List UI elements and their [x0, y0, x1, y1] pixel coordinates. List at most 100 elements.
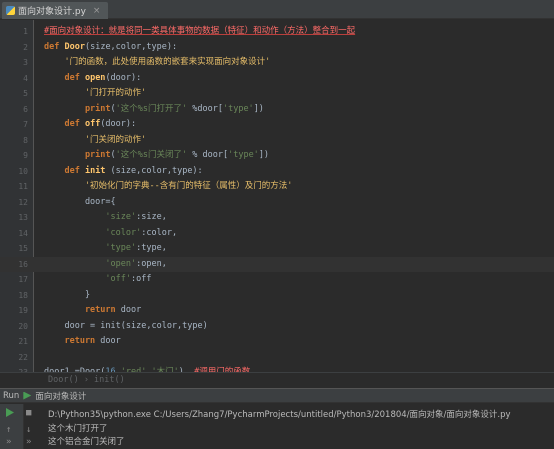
- code-line[interactable]: 1 #面向对象设计：就是将同一类具体事物的数据（特征）和动作（方法）整合到一起: [0, 24, 554, 40]
- code-token: def: [44, 72, 85, 83]
- code-line[interactable]: 20 door = init(size,color,type): [0, 319, 554, 335]
- code-token: '这个%s门打开了': [115, 103, 188, 114]
- code-token: 'open': [44, 258, 137, 269]
- code-token: init: [84, 165, 106, 176]
- code-token: door: [100, 336, 121, 346]
- code-line[interactable]: 15 'type':type,: [0, 241, 554, 257]
- code-token: %door[: [187, 103, 223, 114]
- breadcrumb[interactable]: Door() › init(): [0, 372, 554, 387]
- code-token: door: [120, 305, 142, 315]
- line-number: 2: [23, 42, 28, 52]
- code-token: '门关闭的动作': [44, 134, 147, 145]
- code-line[interactable]: 10 def init (size,color,type):: [0, 164, 554, 180]
- code-line[interactable]: 7 def off(door):: [0, 117, 554, 133]
- code-line[interactable]: 21 return door: [0, 334, 554, 350]
- code-line[interactable]: 17 'off':off: [0, 272, 554, 288]
- code-token: 'color': [44, 227, 142, 238]
- console-toolbar: ↑ »: [0, 404, 24, 449]
- scroll-down-icon[interactable]: ↓: [26, 425, 31, 435]
- editor-tab-bar: 面向对象设计.py ×: [0, 0, 554, 19]
- code-line[interactable]: 9 print('这个%s门关闭了' % door['type']): [0, 148, 554, 164]
- file-tab[interactable]: 面向对象设计.py ×: [2, 2, 109, 19]
- code-token: ]): [258, 150, 270, 160]
- line-number: 10: [18, 166, 28, 176]
- pin-icon[interactable]: »: [6, 437, 11, 447]
- code-token: ]): [253, 103, 264, 114]
- code-line[interactable]: 8 '门关闭的动作': [0, 133, 554, 149]
- code-token: print: [44, 150, 111, 160]
- code-text: 'open':open,: [44, 257, 166, 273]
- code-token: 'size': [44, 212, 137, 222]
- code-line[interactable]: 4 def open(door):: [0, 71, 554, 87]
- line-number: 22: [18, 352, 28, 362]
- code-editor[interactable]: 1 #面向对象设计：就是将同一类具体事物的数据（特征）和动作（方法）整合到一起 2 d…: [0, 20, 554, 372]
- code-text: '门打开的动作': [44, 86, 146, 102]
- code-text: return door: [44, 334, 121, 350]
- line-number: 1: [23, 27, 28, 36]
- line-number: 23: [0, 365, 28, 372]
- code-token: (size,color,type):: [84, 41, 178, 52]
- code-text: print('这个%s门打开了' %door['type']): [44, 102, 264, 118]
- scroll-up-icon[interactable]: ↑: [6, 425, 11, 435]
- code-text: 'size':size,: [44, 210, 166, 226]
- code-text: 'off':off: [44, 272, 151, 288]
- code-line[interactable]: 18 }: [0, 288, 554, 304]
- code-text: door1 =Door(16,'red','木门') #调用门的函数: [44, 365, 250, 372]
- console-output-line: 这个木门打开了: [48, 424, 108, 434]
- code-token: door = init(size,color,type): [44, 320, 208, 331]
- code-token: :color,: [141, 227, 178, 238]
- code-token: (size,color,type):: [105, 165, 203, 176]
- more-icon[interactable]: »: [26, 437, 31, 447]
- code-text: def open(door):: [44, 71, 141, 87]
- code-token: (door):: [105, 72, 142, 83]
- code-line[interactable]: 16 'open':open,: [0, 256, 554, 273]
- line-number: 11: [18, 182, 28, 191]
- line-number: 4: [23, 73, 28, 83]
- code-token: :off: [131, 274, 152, 284]
- code-token: '初始化门的字典--含有门的特征（属性）及门的方法': [44, 181, 293, 191]
- run-label: Run: [3, 390, 20, 401]
- python-file-icon: [6, 6, 15, 15]
- code-text: '门关闭的动作': [44, 133, 146, 149]
- code-line[interactable]: 5 '门打开的动作': [0, 86, 554, 102]
- stop-icon[interactable]: ■: [26, 408, 31, 418]
- code-token: def: [44, 119, 85, 129]
- code-line[interactable]: 12 door={: [0, 195, 554, 211]
- close-tab-icon[interactable]: ×: [93, 6, 101, 16]
- code-text: door = init(size,color,type): [44, 319, 208, 335]
- code-text: door={: [44, 195, 116, 211]
- run-config-name[interactable]: 面向对象设计: [35, 390, 86, 402]
- line-number: 6: [23, 104, 28, 114]
- code-text: }: [44, 288, 90, 304]
- line-number: 15: [18, 244, 28, 253]
- code-token: return: [44, 305, 121, 315]
- line-number: 8: [23, 135, 28, 145]
- run-config-icon: [23, 391, 32, 400]
- line-number: 14: [18, 228, 28, 238]
- code-line[interactable]: 23 door1 =Door(16,'red','木门') #调用门的函数: [0, 365, 554, 372]
- code-line[interactable]: 22: [0, 350, 554, 366]
- line-number: 13: [18, 213, 28, 222]
- code-token: 'off': [44, 274, 131, 284]
- code-line[interactable]: 3 '门的函数，此处使用函数的嵌套来实现面向对象设计': [0, 55, 554, 71]
- code-line[interactable]: 14 'color':color,: [0, 226, 554, 242]
- code-token: off: [84, 119, 101, 129]
- code-line[interactable]: 6 print('这个%s门打开了' %door['type']): [0, 102, 554, 118]
- code-line[interactable]: 19 return door: [0, 303, 554, 319]
- code-line[interactable]: 13 'size':size,: [0, 210, 554, 226]
- code-token: open: [84, 72, 106, 83]
- line-number: 7: [23, 120, 28, 129]
- code-line[interactable]: 11 '初始化门的字典--含有门的特征（属性）及门的方法': [0, 179, 554, 195]
- line-number: 5: [23, 89, 28, 98]
- line-number: 12: [18, 197, 28, 207]
- console-output-line: 这个铝合金门关闭了: [48, 437, 125, 447]
- run-console: ↑ » ■ ↓ » D:\Python35\python.exe C:/User…: [0, 404, 554, 449]
- line-number: 21: [18, 337, 28, 346]
- code-text: print('这个%s门关闭了' % door['type']): [44, 148, 269, 164]
- run-tool-window-header: Run 面向对象设计: [0, 388, 554, 403]
- code-line[interactable]: 2 def Door(size,color,type):: [0, 40, 554, 56]
- code-token: return: [44, 336, 101, 346]
- rerun-icon[interactable]: [6, 408, 14, 417]
- code-token: % door[: [187, 150, 229, 160]
- code-text: #面向对象设计：就是将同一类具体事物的数据（特征）和动作（方法）整合到一起: [44, 24, 355, 40]
